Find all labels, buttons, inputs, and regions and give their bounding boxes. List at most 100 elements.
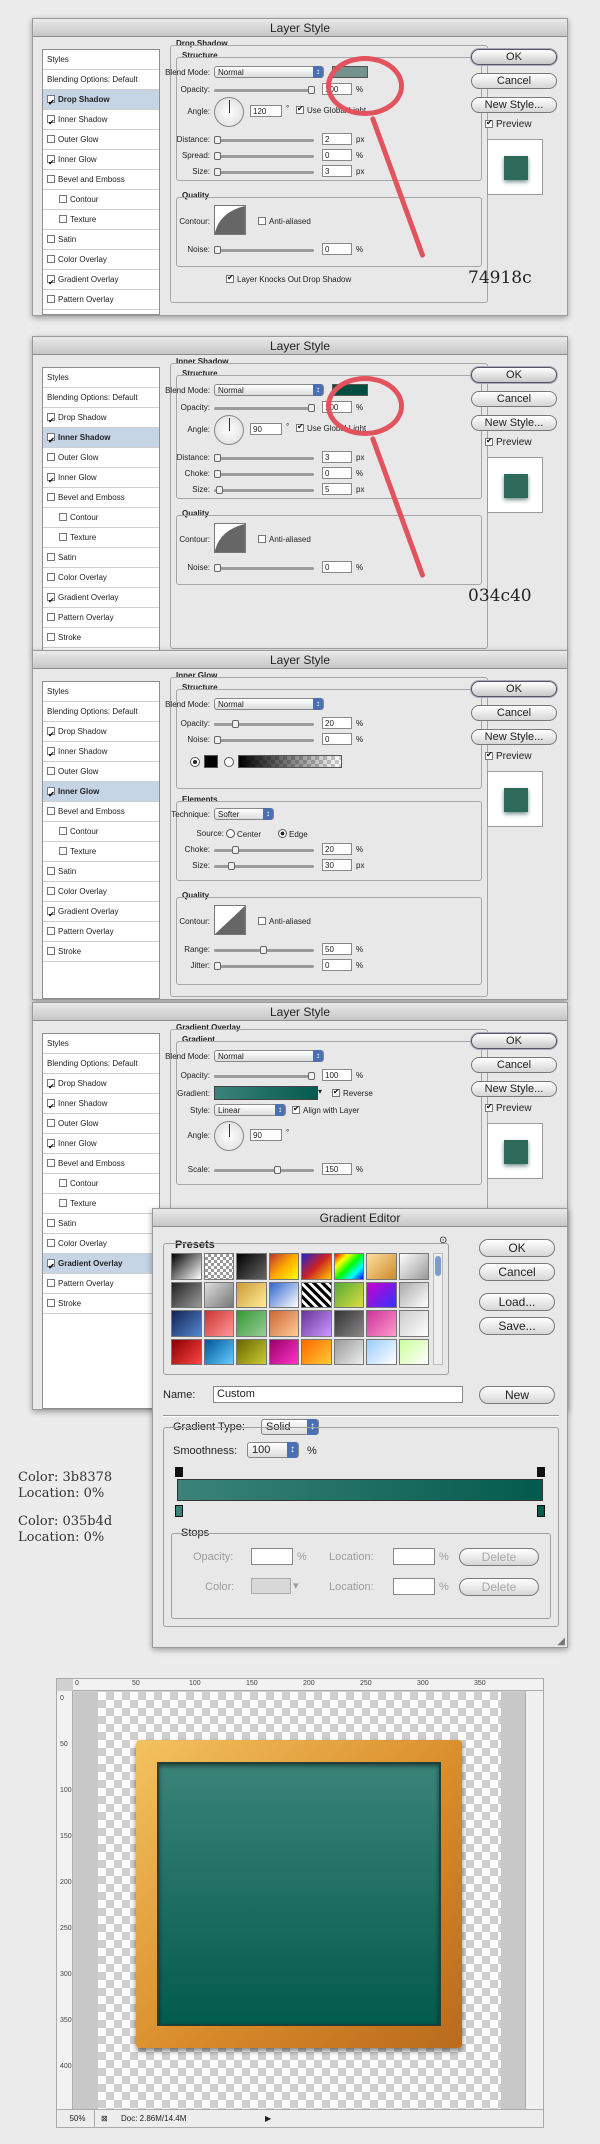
style-item[interactable]: Styles xyxy=(43,682,159,702)
checkbox-icon[interactable] xyxy=(59,513,67,521)
size-knob[interactable] xyxy=(216,486,223,494)
gradient-preset-swatch[interactable] xyxy=(398,1310,429,1337)
opacity-knob[interactable] xyxy=(308,1072,315,1080)
scale-knob[interactable] xyxy=(274,1166,281,1174)
style-item[interactable]: Gradient Overlay xyxy=(43,902,159,922)
checkbox-icon[interactable] xyxy=(296,422,304,432)
zoom-level[interactable]: 50% xyxy=(61,2110,95,2127)
style-item[interactable]: Color Overlay xyxy=(43,568,159,588)
contour-picker[interactable] xyxy=(214,905,246,935)
gradient-preset-swatch[interactable] xyxy=(333,1253,364,1280)
style-item[interactable]: Stroke xyxy=(43,1294,159,1314)
style-item[interactable]: Inner Shadow xyxy=(43,110,159,130)
gradient-preset-swatch[interactable] xyxy=(236,1253,267,1280)
noise-knob[interactable] xyxy=(214,736,221,744)
checkbox-icon[interactable] xyxy=(47,1299,55,1307)
blend-mode-select[interactable]: Normal xyxy=(214,698,324,710)
checkbox-icon[interactable] xyxy=(47,725,55,741)
anti-aliased[interactable]: Anti-aliased xyxy=(258,217,311,226)
style-item[interactable]: Texture xyxy=(43,1194,159,1214)
gradient-preset-swatch[interactable] xyxy=(366,1310,397,1337)
gradient-preset-swatch[interactable] xyxy=(301,1253,332,1280)
gradient-preset-swatch[interactable] xyxy=(366,1338,397,1365)
opacity-stop-left[interactable] xyxy=(175,1467,183,1477)
angle-field[interactable]: 90 xyxy=(250,1129,282,1141)
style-item[interactable]: Inner Shadow xyxy=(43,1094,159,1114)
gradient-dropdown-icon[interactable]: ▾ xyxy=(318,1087,322,1096)
style-item[interactable]: Texture xyxy=(43,528,159,548)
new-style-button[interactable]: New Style... xyxy=(471,1081,557,1097)
style-item[interactable]: Blending Options: Default xyxy=(43,1054,159,1074)
checkbox-icon[interactable] xyxy=(485,750,493,760)
gradient-preset-swatch[interactable] xyxy=(203,1253,234,1280)
opacity-slider[interactable] xyxy=(214,720,314,728)
style-item[interactable]: Blending Options: Default xyxy=(43,702,159,722)
gradient-preset-swatch[interactable] xyxy=(301,1281,332,1308)
status-icon[interactable]: ⊠ xyxy=(101,2110,108,2127)
gradient-preset-swatch[interactable] xyxy=(268,1310,299,1337)
jitter-slider[interactable] xyxy=(214,962,314,970)
delete-color-stop-button[interactable]: Delete xyxy=(459,1578,539,1596)
checkbox-icon[interactable] xyxy=(59,827,67,835)
noise-slider[interactable] xyxy=(214,736,314,744)
cancel-button[interactable]: Cancel xyxy=(479,1263,555,1281)
delete-opacity-stop-button[interactable]: Delete xyxy=(459,1548,539,1566)
checkbox-icon[interactable] xyxy=(47,431,55,447)
style-item[interactable]: Inner Glow xyxy=(43,782,159,802)
checkbox-icon[interactable] xyxy=(59,195,67,203)
style-item[interactable]: Pattern Overlay xyxy=(43,290,159,310)
checkbox-icon[interactable] xyxy=(258,535,266,543)
gradient-preset-swatch[interactable] xyxy=(171,1338,202,1365)
cancel-button[interactable]: Cancel xyxy=(471,705,557,721)
distance-knob[interactable] xyxy=(214,454,221,462)
checkbox-icon[interactable] xyxy=(47,153,55,169)
checkbox-icon[interactable] xyxy=(485,436,493,446)
presets-scrollbar[interactable] xyxy=(433,1253,443,1365)
range-field[interactable]: 50 xyxy=(322,943,352,955)
choke-slider[interactable] xyxy=(214,470,314,478)
ok-button[interactable]: OK xyxy=(471,681,557,697)
opacity-field[interactable]: 100 xyxy=(322,1069,352,1081)
checkbox-icon[interactable] xyxy=(47,255,55,263)
checkbox-icon[interactable] xyxy=(47,573,55,581)
name-field[interactable]: Custom xyxy=(213,1386,463,1403)
size-slider[interactable] xyxy=(214,486,314,494)
new-style-button[interactable]: New Style... xyxy=(471,729,557,745)
style-item[interactable]: Pattern Overlay xyxy=(43,1274,159,1294)
gradient-preset-swatch[interactable] xyxy=(268,1253,299,1280)
gradient-preset-swatch[interactable] xyxy=(398,1253,429,1280)
gradient-preset-swatch[interactable] xyxy=(366,1281,397,1308)
gradient-preview-bar[interactable] xyxy=(177,1479,543,1501)
stop-color-swatch[interactable] xyxy=(251,1578,291,1594)
align-with-layer-checkbox[interactable]: Align with Layer xyxy=(292,1104,359,1115)
gradient-preset-swatch[interactable] xyxy=(398,1338,429,1365)
style-item[interactable]: Inner Shadow xyxy=(43,428,159,448)
style-item[interactable]: Outer Glow xyxy=(43,448,159,468)
spread-knob[interactable] xyxy=(214,152,221,160)
preview-checkbox[interactable]: Preview xyxy=(485,436,532,448)
style-item[interactable]: Styles xyxy=(43,1034,159,1054)
gradient-preset-swatch[interactable] xyxy=(203,1310,234,1337)
style-item[interactable]: Stroke xyxy=(43,628,159,648)
style-item[interactable]: Color Overlay xyxy=(43,882,159,902)
style-item[interactable]: Color Overlay xyxy=(43,250,159,270)
opacity-knob[interactable] xyxy=(308,86,315,94)
checkbox-icon[interactable] xyxy=(47,1239,55,1247)
checkbox-icon[interactable] xyxy=(47,613,55,621)
distance-knob[interactable] xyxy=(214,136,221,144)
checkbox-icon[interactable] xyxy=(47,493,55,501)
checkbox-icon[interactable] xyxy=(47,1219,55,1227)
style-item[interactable]: Drop Shadow xyxy=(43,722,159,742)
style-item[interactable]: Inner Glow xyxy=(43,468,159,488)
checkbox-icon[interactable] xyxy=(47,113,55,129)
style-item[interactable]: Pattern Overlay xyxy=(43,608,159,628)
spread-field[interactable]: 0 xyxy=(322,149,352,161)
checkbox-icon[interactable] xyxy=(59,847,67,855)
gradient-preset-swatch[interactable] xyxy=(236,1310,267,1337)
opacity-slider[interactable] xyxy=(214,86,315,94)
status-menu-arrow-icon[interactable]: ▶ xyxy=(265,2110,271,2127)
jitter-knob[interactable] xyxy=(214,962,221,970)
style-item[interactable]: Styles xyxy=(43,50,159,70)
cancel-button[interactable]: Cancel xyxy=(471,391,557,407)
style-item[interactable]: Contour xyxy=(43,508,159,528)
